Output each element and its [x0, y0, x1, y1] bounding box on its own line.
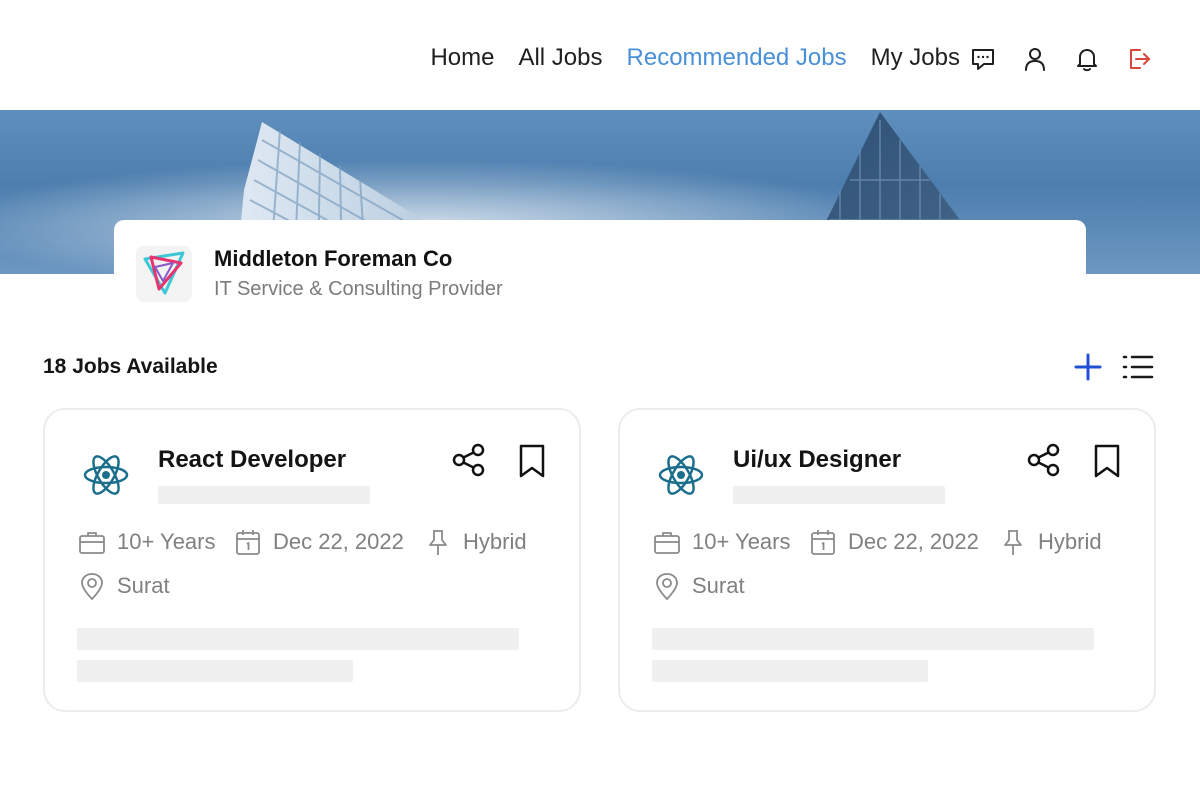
plus-icon[interactable] [1071, 350, 1105, 384]
jobs-count: 18 Jobs Available [43, 355, 218, 378]
placeholder-line [652, 660, 928, 682]
nav-home[interactable]: Home [430, 44, 494, 72]
location: Surat [77, 571, 170, 601]
experience-value: 10+ Years [692, 529, 791, 554]
react-icon [81, 450, 131, 500]
job-title[interactable]: Ui/ux Designer [733, 446, 901, 474]
briefcase-icon [654, 532, 680, 554]
company-logo [136, 246, 192, 302]
company-name: Middleton Foreman Co [214, 246, 453, 271]
react-icon [656, 450, 706, 500]
nav-recommended-jobs[interactable]: Recommended Jobs [627, 44, 847, 72]
briefcase-icon [79, 532, 105, 554]
placeholder-line [158, 486, 370, 504]
calendar-icon [236, 530, 260, 555]
company-card: Middleton Foreman Co IT Service & Consul… [114, 220, 1086, 316]
bookmark-icon[interactable] [1090, 442, 1124, 480]
experience-value: 10+ Years [117, 529, 216, 554]
bell-icon[interactable] [1072, 44, 1102, 74]
placeholder-line [77, 660, 353, 682]
nav-icons [968, 44, 1154, 74]
work-mode: Hybrid [998, 527, 1102, 557]
share-icon[interactable] [1026, 442, 1062, 478]
user-icon[interactable] [1020, 44, 1050, 74]
top-navigation: Home All Jobs Recommended Jobs My Jobs [0, 0, 1200, 110]
nav-all-jobs[interactable]: All Jobs [518, 44, 602, 72]
posted-date: Dec 22, 2022 [808, 527, 979, 557]
experience: 10+ Years [652, 527, 790, 557]
job-card[interactable]: React Developer 10+ Years Dec 22, 2022 H… [43, 408, 581, 712]
company-type: IT Service & Consulting Provider [214, 278, 503, 300]
chat-icon[interactable] [968, 44, 998, 74]
posted-date: Dec 22, 2022 [233, 527, 404, 557]
placeholder-line [652, 628, 1094, 650]
placeholder-line [77, 628, 519, 650]
mode-value: Hybrid [463, 529, 527, 554]
date-value: Dec 22, 2022 [273, 529, 404, 554]
location: Surat [652, 571, 745, 601]
nav-links: Home All Jobs Recommended Jobs My Jobs [430, 44, 960, 72]
job-card[interactable]: Ui/ux Designer 10+ Years Dec 22, 2022 Hy… [618, 408, 1156, 712]
bookmark-icon[interactable] [515, 442, 549, 480]
pin-icon [429, 530, 447, 555]
location-value: Surat [692, 573, 745, 598]
date-value: Dec 22, 2022 [848, 529, 979, 554]
calendar-icon [811, 530, 835, 555]
nav-my-jobs[interactable]: My Jobs [871, 44, 960, 72]
list-view-icon[interactable] [1120, 350, 1156, 384]
location-icon [656, 573, 678, 601]
job-title[interactable]: React Developer [158, 446, 346, 474]
location-icon [81, 573, 103, 601]
share-icon[interactable] [451, 442, 487, 478]
logout-icon[interactable] [1124, 44, 1154, 74]
work-mode: Hybrid [423, 527, 527, 557]
experience: 10+ Years [77, 527, 215, 557]
location-value: Surat [117, 573, 170, 598]
pin-icon [1004, 530, 1022, 555]
placeholder-line [733, 486, 945, 504]
mode-value: Hybrid [1038, 529, 1102, 554]
